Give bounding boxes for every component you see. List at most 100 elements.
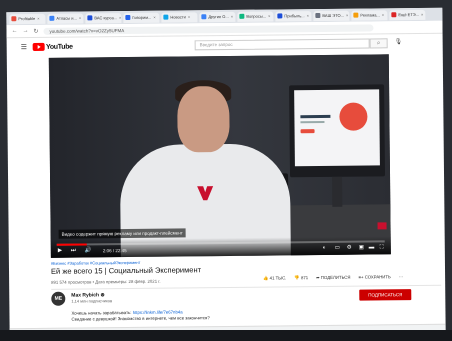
tab-label: Вопросы...: [246, 13, 267, 19]
dislike-count: 871: [300, 275, 309, 281]
tab-close-icon[interactable]: ×: [268, 14, 270, 19]
browser-tab[interactable]: Прибыль... ×: [275, 10, 312, 21]
microphone-icon[interactable]: 🎙: [395, 38, 403, 45]
tab-label: Говорим...: [132, 14, 152, 20]
tab-close-icon[interactable]: ×: [231, 14, 233, 19]
video-frame-monitor-stand: [332, 176, 343, 207]
search-input[interactable]: Введите запрос: [194, 38, 370, 51]
browser-screen: Profitable × Атласы и... × ВАС курса... × Гово…: [6, 7, 446, 339]
save-playlist-icon: ≡+: [358, 274, 364, 280]
video-frame-presenter-face: [177, 85, 230, 153]
channel-avatar[interactable]: ME: [51, 291, 66, 306]
tab-label: Profitable: [18, 15, 36, 22]
subscribe-button[interactable]: ПОДПИСАТЬСЯ: [359, 289, 412, 301]
video-player[interactable]: Видео содержит прямую рекламу или продак…: [48, 54, 391, 258]
tab-label: Реклама...: [360, 12, 380, 18]
video-meta: #Бизнес #Заработок #СоциальныйЭксперимен…: [51, 257, 442, 290]
youtube-play-icon: [32, 42, 45, 52]
tab-favicon-icon: [391, 12, 397, 18]
tab-label: ВАС курса...: [94, 15, 118, 21]
youtube-header: ☰ YouTube Введите запрос ⌕ 🎙: [7, 35, 443, 56]
browser-tab[interactable]: Новости ×: [161, 11, 198, 23]
tab-favicon-icon: [163, 14, 169, 20]
description-line-2: Свидание с девушкой! Знакомство в интерн…: [71, 315, 210, 322]
description-link[interactable]: https://linkm.life/7e67nb4a: [133, 309, 183, 315]
dislike-icon: 👎: [294, 275, 300, 281]
time-display: 2:06 / 22:45: [102, 248, 127, 254]
volume-icon[interactable]: 🔊: [85, 247, 92, 253]
youtube-logo-text: YouTube: [45, 43, 73, 51]
tab-close-icon[interactable]: ×: [421, 12, 423, 17]
browser-tab[interactable]: Profitable ×: [9, 13, 46, 24]
progress-fill: [56, 243, 87, 246]
like-button[interactable]: 👍 41 ТЫС.: [263, 275, 286, 281]
search-icon: ⌕: [376, 40, 381, 47]
tab-label: Прибыль...: [284, 13, 305, 19]
tab-favicon-icon: [353, 12, 359, 18]
browser-tab[interactable]: ВАШ ЭТО... ×: [313, 10, 350, 21]
forward-icon[interactable]: →: [22, 28, 28, 34]
tab-label: ВАШ ЭТО...: [322, 12, 344, 18]
play-icon[interactable]: ▶: [58, 248, 62, 254]
tab-close-icon[interactable]: ×: [382, 12, 384, 17]
save-button[interactable]: ≡+ СОХРАНИТЬ: [358, 274, 390, 280]
browser-tab[interactable]: Другие О... ×: [199, 11, 236, 22]
browser-tab[interactable]: Реклама... ×: [351, 9, 388, 21]
tab-close-icon[interactable]: ×: [79, 16, 81, 21]
like-count: 41 ТЫС.: [269, 275, 287, 281]
share-icon: ➦: [316, 275, 320, 281]
share-label: ПОДЕЛИТЬСЯ: [320, 274, 351, 281]
settings-icon[interactable]: ⚙: [347, 245, 352, 251]
player-controls: ▶ ⏭ 🔊 2:06 / 22:45 ◐ ▭ ⚙ ▣ ▬ ⛶: [50, 236, 391, 258]
tab-favicon-icon: [315, 13, 321, 19]
back-icon[interactable]: ←: [11, 28, 17, 34]
tab-favicon-icon: [201, 14, 207, 20]
video-actions: 👍 41 ТЫС. 👎 871 ➦ ПОДЕЛИТЬСЯ ≡+ СОХРАНИТ…: [263, 274, 411, 282]
tab-close-icon[interactable]: ×: [153, 15, 155, 20]
browser-tab[interactable]: ВАС курса... ×: [85, 12, 122, 23]
browser-tab[interactable]: Атласы и... ×: [47, 12, 84, 24]
tab-label: Атласы и...: [56, 15, 77, 21]
subtitles-icon[interactable]: ▭: [335, 245, 340, 251]
reload-icon[interactable]: ↻: [33, 27, 38, 34]
hoodie-logo-icon: [197, 186, 214, 201]
subscriber-count: 1,14 млн подписчиков: [71, 298, 113, 304]
youtube-logo[interactable]: YouTube: [32, 42, 73, 52]
dislike-button[interactable]: 👎 871: [294, 275, 308, 281]
tab-close-icon[interactable]: ×: [119, 15, 121, 20]
tab-favicon-icon: [87, 15, 93, 21]
search-button[interactable]: ⌕: [369, 38, 388, 49]
next-icon[interactable]: ⏭: [71, 248, 76, 255]
browser-tab[interactable]: Ещё ЕТЭ... ×: [389, 9, 426, 20]
monitor-frame: Profitable × Атласы и... × ВАС курса... × Гово…: [0, 0, 452, 341]
save-label: СОХРАНИТЬ: [364, 274, 391, 280]
like-icon: 👍: [263, 275, 269, 281]
description-prefix: Хочешь начать зарабатывать:: [71, 309, 132, 316]
url-field[interactable]: youtube.com/watch?v=vO2Zy5UFMA: [43, 23, 374, 35]
hamburger-menu-icon[interactable]: ☰: [21, 43, 27, 51]
ad-disclosure-notice[interactable]: Видео содержит прямую рекламу или продак…: [58, 228, 186, 239]
tab-close-icon[interactable]: ×: [346, 13, 348, 18]
tab-favicon-icon: [11, 16, 17, 22]
tab-close-icon[interactable]: ×: [188, 14, 190, 19]
video-frame-monitor-text: [300, 120, 325, 124]
tab-label: Новости: [170, 14, 186, 20]
browser-tab[interactable]: Вопросы... ×: [237, 10, 274, 22]
video-frame-monitor-graphic: [339, 102, 368, 131]
fullscreen-icon[interactable]: ⛶: [380, 244, 384, 251]
video-frame-monitor-button: [300, 129, 315, 134]
more-actions-icon[interactable]: ⋯: [399, 274, 403, 280]
tab-close-icon[interactable]: ×: [37, 16, 39, 21]
video-frame-monitor-screen: [294, 89, 380, 167]
tab-label: Ещё ЕТЭ...: [398, 11, 420, 18]
monitor-bezel: [0, 330, 452, 341]
browser-tab[interactable]: Говорим... ×: [123, 12, 160, 23]
autoplay-toggle-icon[interactable]: ◐: [323, 245, 326, 251]
tab-label: Другие О...: [208, 13, 229, 20]
tab-favicon-icon: [125, 14, 131, 21]
miniplayer-icon[interactable]: ▣: [359, 245, 364, 251]
tab-close-icon[interactable]: ×: [307, 13, 309, 18]
theater-mode-icon[interactable]: ▬: [369, 244, 375, 250]
video-frame-monitor-heading: [300, 114, 331, 119]
share-button[interactable]: ➦ ПОДЕЛИТЬСЯ: [316, 275, 350, 281]
